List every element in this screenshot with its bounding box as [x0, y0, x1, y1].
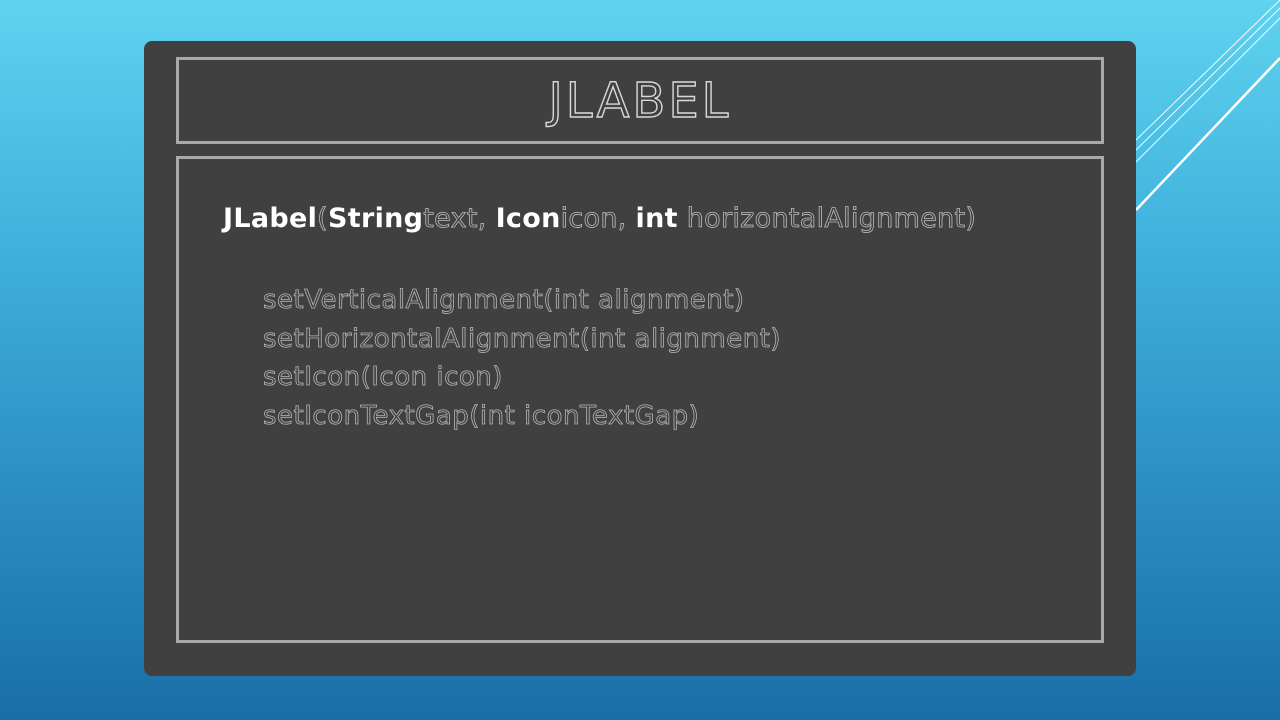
open-paren: ( [317, 203, 329, 235]
param-type-icon: Icon [495, 203, 561, 234]
constructor-name: JLabel [223, 203, 318, 234]
param-type-int: int [635, 203, 678, 234]
method-set-icon: setIcon(Icon icon) [263, 362, 503, 393]
slide-title: JLABEL [548, 72, 732, 129]
method-set-icon-text-gap: setIconTextGap(int iconTextGap) [263, 400, 700, 431]
content-frame: JLabel(Stringtext, Iconicon, int horizon… [176, 156, 1104, 643]
title-frame: JLABEL [176, 57, 1104, 144]
param-text: text, [423, 203, 496, 235]
constructor-signature: JLabel(Stringtext, Iconicon, int horizon… [223, 203, 977, 235]
param-icon: icon, [560, 203, 636, 235]
method-list: setVerticalAlignment(int alignment) setH… [263, 281, 781, 435]
slide: { "slide": { "title": "JLABEL", "constru… [0, 0, 1280, 720]
param-type-string: String [328, 203, 424, 234]
chalkboard: JLABEL JLabel(Stringtext, Iconicon, int … [144, 41, 1136, 676]
param-horizontal-alignment: horizontalAlignment) [677, 203, 977, 235]
method-set-vertical-alignment: setVerticalAlignment(int alignment) [263, 285, 745, 316]
method-set-horizontal-alignment: setHorizontalAlignment(int alignment) [263, 323, 782, 354]
